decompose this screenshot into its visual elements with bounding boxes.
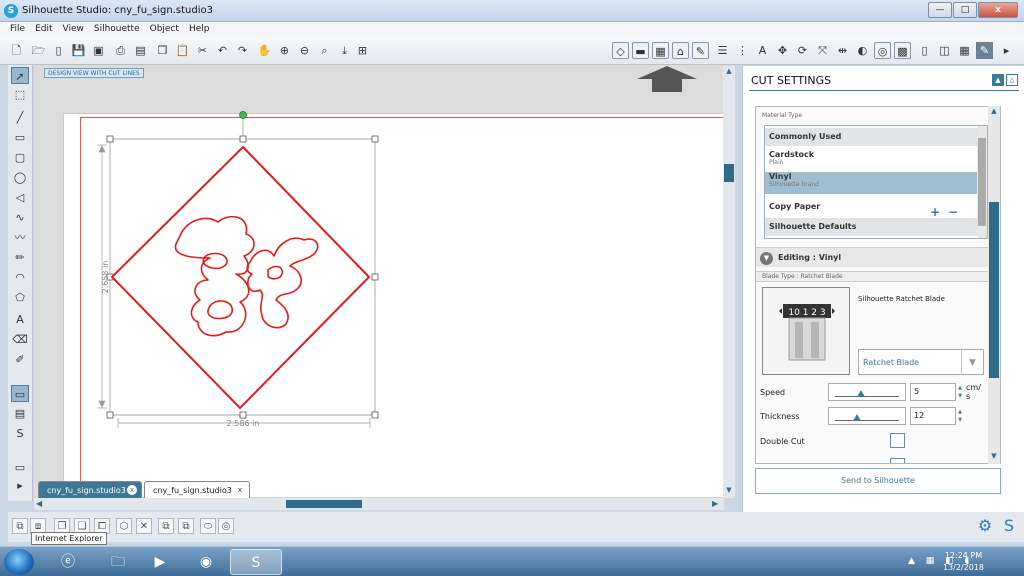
blade-type-select[interactable]: Ratchet Blade ▼ xyxy=(858,349,984,375)
cut-settings-panel: CUT SETTINGS ▲ △ Material Type Commonly … xyxy=(742,66,1024,512)
scroll-up-icon[interactable]: ▲ xyxy=(724,67,734,77)
height-dimension-label: 2.658 in xyxy=(101,261,110,294)
material-item-cardstock[interactable]: Cardstock Plain xyxy=(765,150,979,172)
material-name: Vinyl xyxy=(769,172,792,181)
silhouette-taskbar-icon[interactable]: S xyxy=(230,549,282,575)
silhouette-studio-window: S Silhouette Studio: cny_fu_sign.studio3… xyxy=(0,0,1024,576)
settings-scrollbar[interactable]: ▲ ▼ xyxy=(988,106,1000,464)
material-group-silhouette-defaults: Silhouette Defaults xyxy=(765,218,979,236)
speed-spinner[interactable]: ▲ ▼ xyxy=(956,384,964,402)
thickness-slider[interactable] xyxy=(828,407,906,425)
clock-date: 13/2/2018 xyxy=(942,563,984,572)
settings-scroll-area: Material Type Commonly Used Cardstock Pl… xyxy=(755,106,1001,464)
group-icon[interactable]: ⧉ xyxy=(12,518,28,534)
weld-icon[interactable]: ⬡ xyxy=(116,518,132,534)
editing-header[interactable]: ▼ Editing : Vinyl xyxy=(756,247,1000,267)
bring-to-front-icon[interactable]: ⧉ xyxy=(158,518,174,534)
clock[interactable]: 12:24 PM 13/2/2018 xyxy=(943,550,984,574)
add-material-button[interactable]: + xyxy=(930,205,948,219)
editing-label: Editing : Vinyl xyxy=(778,253,842,262)
internet-explorer-icon[interactable]: ⓔ xyxy=(42,549,94,575)
blade-image: 10 1 2 3 xyxy=(762,287,850,375)
material-add-remove: +− xyxy=(930,205,966,219)
settings-gear-icon[interactable]: ⚙ xyxy=(976,517,994,535)
material-group-commonly-used: Commonly Used xyxy=(765,128,979,146)
speed-slider[interactable] xyxy=(828,383,906,401)
thickness-input[interactable]: 12 xyxy=(910,407,956,425)
blade-type-selected: Ratchet Blade xyxy=(863,358,920,367)
offset-shape-icon[interactable]: ⬭ xyxy=(200,518,216,534)
store-icon[interactable]: S xyxy=(1000,517,1018,535)
slider-track xyxy=(835,396,899,397)
start-button[interactable] xyxy=(4,549,34,575)
collapse-panel-icon[interactable]: ▲ xyxy=(992,74,1004,86)
material-name: Cardstock xyxy=(769,150,815,159)
material-subtitle: Plain xyxy=(769,159,784,166)
windows-taskbar: ⓔ 🗀 ▶ ◉ S ▲ ▦ ◧ ◖ 12:24 PM 13/2/2018 xyxy=(0,546,1024,576)
close-tab-icon[interactable]: x xyxy=(127,485,137,495)
speed-input[interactable]: 5 xyxy=(910,383,956,401)
material-list: Commonly Used Cardstock Plain Vinyl Silh… xyxy=(764,125,988,239)
scroll-left-icon[interactable]: ◀ xyxy=(36,499,42,508)
document-tab[interactable]: cny_fu_sign.studio3 x xyxy=(144,481,250,498)
close-tab-icon[interactable]: x xyxy=(235,485,245,495)
slider-knob[interactable] xyxy=(856,390,865,397)
blade-type-bar: Blade Type : Ratchet Blade xyxy=(756,271,1000,282)
tooltip: Internet Explorer xyxy=(31,532,107,545)
document-tab-label: cny_fu_sign.studio3 xyxy=(153,486,232,495)
speed-unit: cm/ s xyxy=(966,383,981,401)
thickness-label: Thickness xyxy=(760,412,800,421)
blade-type-label: Blade Type : Ratchet Blade xyxy=(762,273,843,280)
selection-handles[interactable] xyxy=(106,135,379,419)
scroll-right-icon[interactable]: ▶ xyxy=(712,499,718,508)
material-item-vinyl[interactable]: Vinyl Silhouette brand xyxy=(765,172,979,194)
chevron-down-icon[interactable]: ▼ xyxy=(961,350,983,374)
document-tab-active[interactable]: cny_fu_sign.studio3 x xyxy=(38,481,142,498)
panel-header-buttons: ▲ △ xyxy=(992,74,1018,86)
canvas-horizontal-scrollbar[interactable]: ◀ ▶ xyxy=(34,498,724,510)
vertical-scroll-thumb[interactable] xyxy=(724,164,734,182)
settings-scroll-up-icon[interactable]: ▲ xyxy=(989,107,999,117)
thickness-spinner[interactable]: ▲ ▼ xyxy=(956,408,964,426)
settings-scroll-down-icon[interactable]: ▼ xyxy=(989,452,999,462)
media-player-icon[interactable]: ▶ xyxy=(134,549,186,575)
horizontal-scroll-thumb[interactable] xyxy=(286,500,362,508)
slider-knob[interactable] xyxy=(853,414,862,421)
material-type-label: Material Type xyxy=(762,112,803,119)
material-name: Silhouette Defaults xyxy=(769,222,857,231)
panel-title: CUT SETTINGS xyxy=(751,74,832,87)
trace-target-icon[interactable]: ◎ xyxy=(218,518,234,534)
rotate-handle[interactable] xyxy=(239,111,247,119)
clock-time: 12:24 PM xyxy=(944,551,983,560)
scroll-down-icon[interactable]: ▼ xyxy=(724,486,734,496)
remove-material-button[interactable]: − xyxy=(948,205,966,219)
fu-character-outline[interactable] xyxy=(174,215,319,337)
speed-label: Speed xyxy=(760,388,786,397)
double-cut-checkbox[interactable] xyxy=(890,433,905,448)
collapse-editing-icon[interactable]: ▼ xyxy=(760,252,773,265)
material-list-scroll-thumb[interactable] xyxy=(978,138,986,226)
material-list-scrollbar[interactable] xyxy=(977,126,987,238)
double-cut-label: Double Cut xyxy=(760,437,805,446)
chrome-icon[interactable]: ◉ xyxy=(180,549,232,575)
expand-panel-icon[interactable]: △ xyxy=(1006,74,1018,86)
bottom-toolbar: ⧉ ⧈ ❐ ❏ ⧠ ⬡ ✕ ⧉ ⧉ ⬭ ◎ xyxy=(8,512,1024,542)
blade-name: Silhouette Ratchet Blade xyxy=(858,295,945,303)
material-name: Commonly Used xyxy=(769,132,842,141)
slider-track xyxy=(835,420,899,421)
blade-dial-readout: 10 1 2 3 xyxy=(788,308,825,318)
width-dimension-label: 2.586 in xyxy=(227,419,260,428)
delete-icon[interactable]: ✕ xyxy=(136,518,152,534)
settings-scroll-thumb[interactable] xyxy=(989,202,999,378)
panel-divider xyxy=(749,90,1019,91)
selection-box xyxy=(109,138,376,416)
document-tab-label: cny_fu_sign.studio3 xyxy=(47,486,126,495)
material-subtitle: Silhouette brand xyxy=(769,181,819,188)
send-to-back-icon[interactable]: ⧉ xyxy=(178,518,194,534)
canvas-vertical-scrollbar[interactable]: ▲ ▼ xyxy=(723,66,735,498)
ratchet-blade-icon: 10 1 2 3 xyxy=(779,304,835,361)
next-option-checkbox[interactable] xyxy=(890,458,905,463)
send-to-silhouette-button[interactable]: Send to Silhouette xyxy=(755,468,1001,494)
